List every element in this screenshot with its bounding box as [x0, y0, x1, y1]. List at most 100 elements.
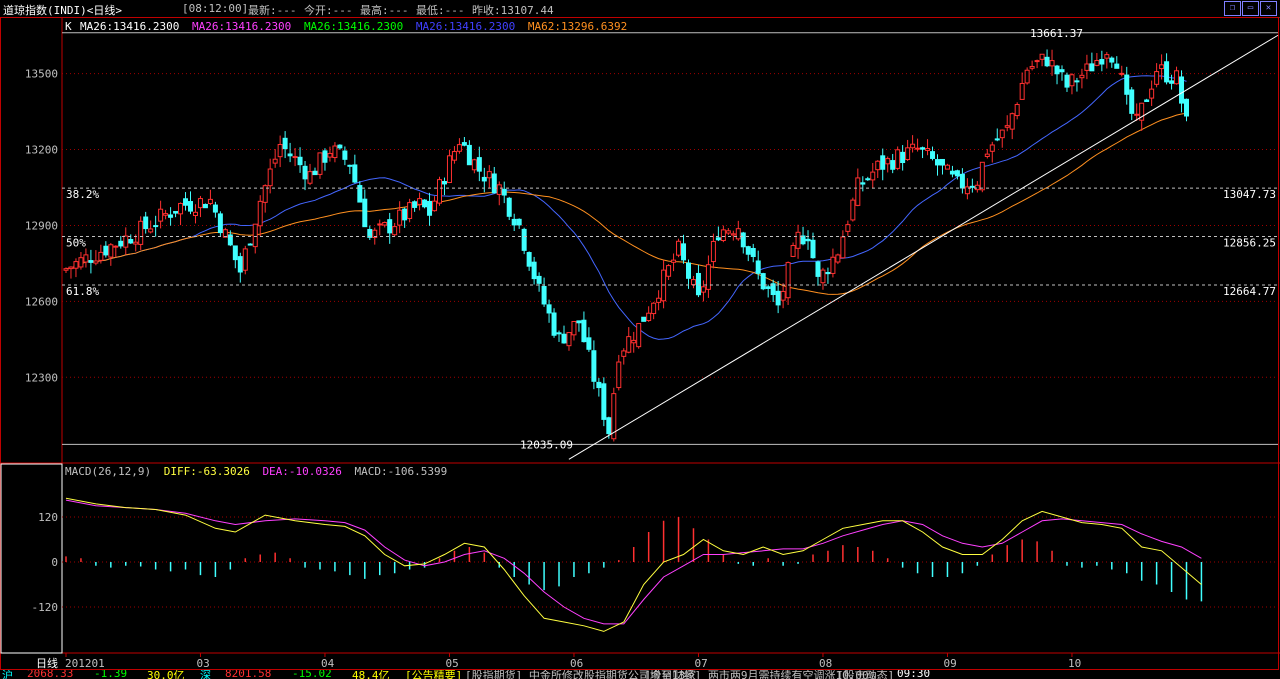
candle-body — [272, 158, 278, 164]
candle-body — [571, 320, 577, 336]
candle-body — [1179, 76, 1185, 104]
candle-body — [237, 256, 243, 273]
candle-body — [690, 279, 696, 286]
kline-chart: K MA26:13416.2300 MA26:13416.2300 MA26:1… — [0, 17, 1280, 670]
candle-body — [377, 223, 383, 226]
candle-body — [148, 228, 154, 233]
candle-body — [118, 240, 124, 247]
status-item: 30.0亿 — [147, 670, 185, 679]
candle-body — [646, 312, 652, 322]
candle-body — [327, 152, 333, 158]
candle-body — [626, 336, 632, 353]
candle-body — [307, 171, 313, 184]
macd-layer — [65, 497, 1203, 632]
candle-body — [890, 160, 896, 170]
candle-body — [905, 147, 911, 161]
candle-body — [526, 252, 532, 267]
candle-body — [840, 236, 846, 259]
candle-body — [676, 240, 682, 256]
candle-body — [1029, 65, 1035, 69]
status-item: 沪 — [2, 670, 13, 679]
candle-body — [810, 239, 816, 259]
fib-value-label: 13047.73 — [1223, 188, 1276, 201]
candle-body — [207, 198, 213, 205]
candle-body — [133, 241, 139, 245]
date-tick-label: 201201 — [65, 657, 105, 670]
candle-body — [740, 232, 746, 248]
candle-body — [402, 208, 408, 221]
candle-body — [984, 153, 990, 157]
title-bar: 道琼指数(INDI)<日线> [08:12:00] 最新:--- 今开:--- … — [0, 0, 1280, 18]
candle-body — [800, 235, 806, 245]
candle-body — [441, 181, 447, 185]
status-item: [公告精要] — [405, 670, 463, 679]
candle-body — [1054, 65, 1060, 75]
candle-body — [387, 219, 393, 234]
candle-body — [880, 155, 886, 170]
candle-body — [342, 150, 348, 160]
candle-body — [785, 262, 791, 299]
price-tick-label: 12300 — [25, 371, 58, 384]
candle-body — [920, 147, 926, 150]
restore-icon[interactable]: ❐ — [1224, 1, 1241, 16]
candle-body — [656, 297, 662, 303]
candle-body — [596, 381, 602, 389]
candle-body — [128, 239, 134, 244]
quote-prev-close: 昨收:13107.44 — [472, 4, 554, 17]
ma-legend-5: MA62:13296.6392 — [528, 20, 627, 33]
candle-body — [486, 171, 492, 179]
macd-value: MACD:-106.5399 — [355, 465, 448, 478]
fib-percent-label: 50% — [66, 237, 86, 250]
candle-body — [1169, 80, 1175, 84]
candle-body — [451, 151, 457, 161]
candle-body — [760, 273, 766, 290]
candle-body — [456, 144, 462, 152]
candle-body — [979, 161, 985, 191]
overlay-layer: 13661.37 12035.09 38.2% 13047.73 50% 12856.25… — [62, 27, 1279, 460]
candle-body — [471, 159, 477, 171]
candle-body — [755, 260, 761, 274]
candle-body — [158, 208, 164, 222]
quote-low: 最低:--- — [416, 4, 465, 17]
candle-body — [925, 148, 931, 151]
price-tick-label: 13200 — [25, 144, 58, 157]
candle-body — [845, 224, 851, 232]
date-tick-label: 05 — [445, 657, 458, 670]
candle-layer — [63, 49, 1189, 442]
status-bar: 沪 2068.33 -1.39 30.0亿 深 8201.58 -15.02 48.4亿 [公告… — [0, 670, 1280, 679]
candle-body — [994, 138, 1000, 141]
candle-body — [735, 228, 741, 240]
candle-body — [362, 198, 368, 228]
maximize-icon[interactable]: ▭ — [1242, 1, 1259, 16]
candle-body — [352, 164, 358, 183]
candle-body — [671, 259, 677, 263]
candle-body — [1129, 89, 1135, 114]
candle-body — [212, 204, 218, 213]
candle-body — [561, 333, 567, 344]
date-tick-label: 08 — [819, 657, 832, 670]
macd-legend: MACD(26,12,9) DIFF:-63.3026 DEA:-10.0326… — [65, 465, 447, 478]
candle-body — [521, 228, 527, 251]
candle-body — [1064, 74, 1070, 88]
status-item: [股市动态] — [837, 670, 895, 679]
candle-body — [999, 129, 1005, 139]
candle-body — [636, 323, 642, 348]
candle-body — [417, 198, 423, 205]
candle-body — [870, 171, 876, 181]
candle-body — [257, 200, 263, 227]
candle-body — [93, 260, 99, 264]
macd-diff: DIFF:-63.3026 — [164, 465, 250, 478]
candle-body — [725, 230, 731, 234]
candle-body — [586, 337, 592, 350]
candle-body — [875, 160, 881, 171]
candle-body — [591, 350, 597, 382]
candle-body — [780, 290, 786, 301]
candle-body — [705, 264, 711, 290]
close-icon[interactable]: ✕ — [1260, 1, 1277, 16]
candle-body — [197, 198, 203, 209]
fib-value-label: 12664.77 — [1223, 285, 1276, 298]
candle-body — [1079, 74, 1085, 79]
candle-body — [337, 144, 343, 149]
candle-body — [178, 202, 184, 215]
macd-tick-label: -120 — [32, 601, 59, 614]
